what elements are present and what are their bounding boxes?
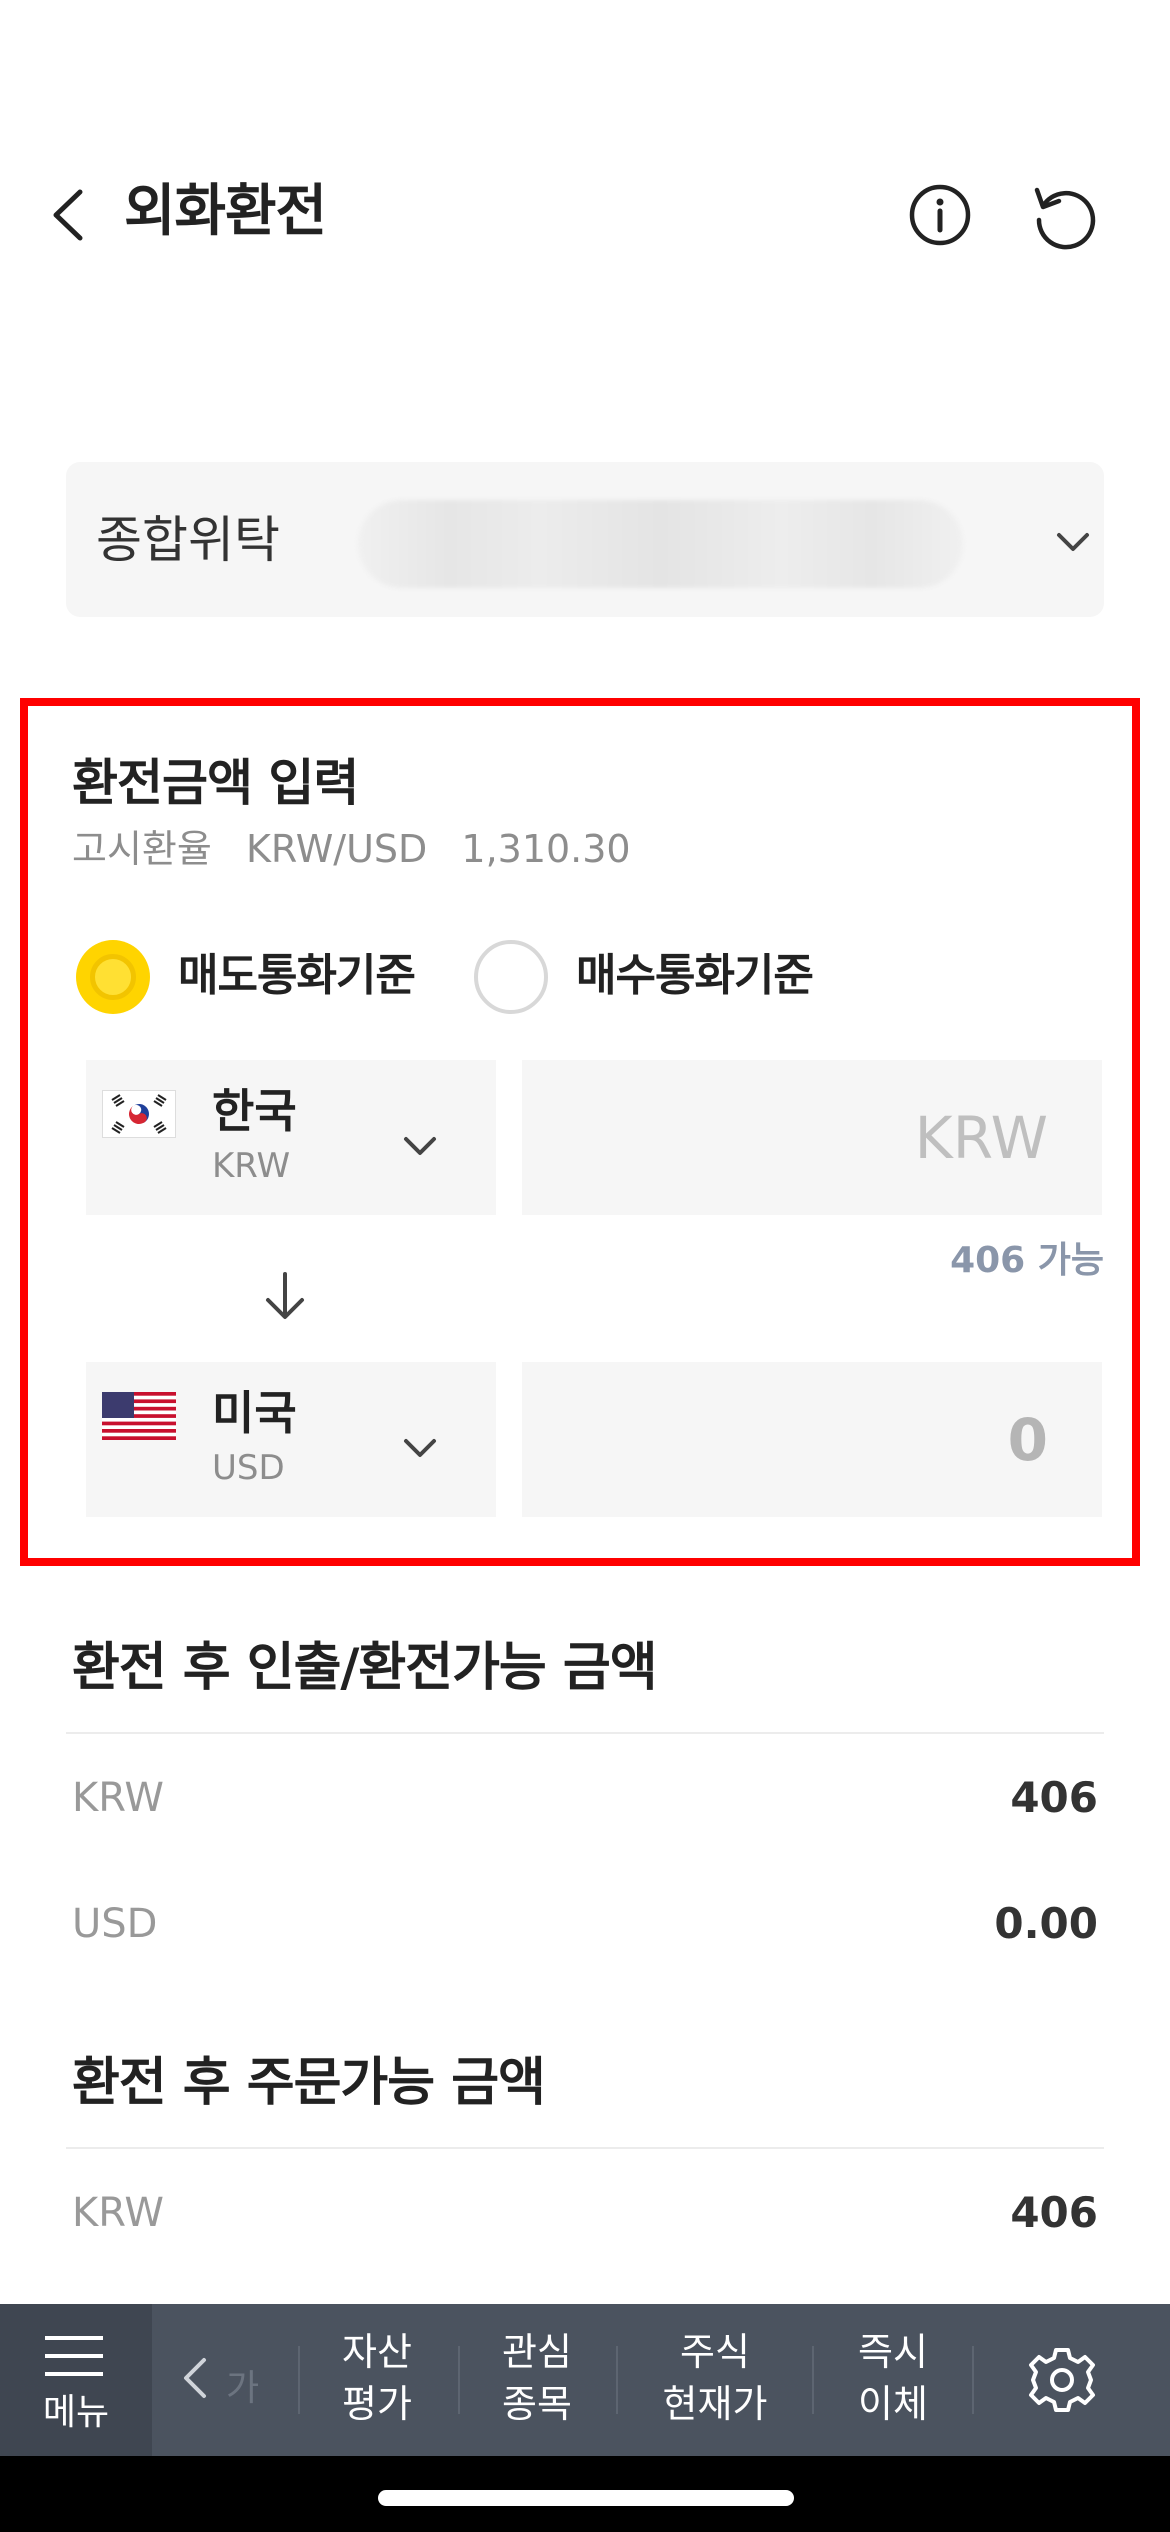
to-amount-value: 0 (1007, 1406, 1048, 1474)
tab-label: 자산 (342, 2330, 412, 2374)
from-currency-name: 한국 (212, 1084, 297, 1138)
masked-account-number (358, 500, 963, 588)
chevron-left-icon[interactable] (176, 2348, 216, 2408)
radio-sell-basis[interactable]: 매도통화기준 (76, 936, 436, 1016)
refresh-icon (1034, 187, 1096, 250)
radio-selected-indicator (76, 940, 150, 1014)
account-type-label: 종합위탁 (96, 511, 280, 569)
from-amount-placeholder: KRW (914, 1104, 1048, 1172)
chevron-down-icon (1057, 533, 1089, 551)
result-row: KRW 406 (66, 2149, 1104, 2275)
tab-label: 관심 (502, 2330, 572, 2374)
to-currency-code: USD (212, 1448, 285, 1488)
rate-pair: KRW/USD (245, 827, 428, 871)
withdrawable-title: 환전 후 인출/환전가능 금액 (72, 1638, 658, 1698)
tab-separator (616, 2346, 618, 2414)
hamburger-menu-icon (45, 2336, 103, 2376)
from-currency-code: KRW (212, 1146, 291, 1186)
chevron-down-icon (404, 1439, 436, 1457)
to-currency-name: 미국 (212, 1386, 297, 1440)
menu-label: 메뉴 (42, 2392, 110, 2433)
gear-icon (1029, 2348, 1095, 2412)
page-title: 외화환전 (124, 179, 327, 244)
to-currency-select[interactable]: 미국 USD (86, 1362, 496, 1517)
from-amount-input[interactable]: KRW (522, 1060, 1102, 1215)
result-row: USD 0.00 (66, 1860, 1104, 1986)
rate-value: 1,310.30 (461, 827, 631, 871)
radio-buy-label: 매수통화기준 (576, 950, 814, 1001)
info-button[interactable] (905, 180, 975, 250)
settings-button[interactable] (1024, 2340, 1100, 2420)
korea-flag-icon (102, 1090, 176, 1138)
available-amount: 406 가능 (950, 1240, 1104, 1281)
rate-label: 고시환율 (72, 827, 212, 871)
radio-unselected-indicator (474, 940, 548, 1014)
usa-flag-icon (102, 1392, 176, 1440)
menu-button[interactable]: 메뉴 (0, 2304, 152, 2456)
tab-label: 주식 (680, 2330, 750, 2374)
home-indicator[interactable] (378, 2490, 794, 2506)
result-row: KRW 406 (66, 1734, 1104, 1860)
result-label: KRW (72, 2190, 164, 2236)
result-label: KRW (72, 1775, 164, 1821)
tab-label: 이체 (858, 2382, 928, 2426)
header: 외화환전 (0, 150, 1170, 275)
result-label: USD (72, 1901, 158, 1947)
tab-separator (972, 2346, 974, 2414)
arrow-down-icon (266, 1272, 304, 1319)
tab-label: 평가 (342, 2382, 412, 2426)
orderable-title: 환전 후 주문가능 금액 (72, 2053, 546, 2113)
tab-label: 현재가 (662, 2382, 768, 2426)
exchange-input-section: 환전금액 입력 고시환율 KRW/USD 1,310.30 매도통화기준 매수통… (20, 698, 1140, 1566)
chevron-down-icon (404, 1137, 436, 1155)
tab-stock-price[interactable]: 주식 현재가 (640, 2326, 790, 2430)
tab-asset-evaluation[interactable]: 자산 평가 (322, 2326, 432, 2430)
tab-label: 즉시 (858, 2330, 928, 2374)
chevron-left-icon (53, 189, 83, 241)
tab-separator (458, 2346, 460, 2414)
tab-instant-transfer[interactable]: 즉시 이체 (838, 2326, 948, 2430)
result-value: 406 (1010, 1773, 1098, 1822)
result-value: 406 (1010, 2188, 1098, 2237)
info-icon (909, 184, 971, 246)
withdrawable-section: 환전 후 인출/환전가능 금액 KRW 406 USD 0.00 (66, 1632, 1104, 1986)
to-amount-field[interactable]: 0 (522, 1362, 1102, 1517)
radio-sell-label: 매도통화기준 (178, 950, 416, 1001)
refresh-button[interactable] (1025, 180, 1100, 250)
radio-buy-basis[interactable]: 매수통화기준 (474, 936, 834, 1016)
tab-partial: 가 (226, 2368, 260, 2409)
from-currency-select[interactable]: 한국 KRW (86, 1060, 496, 1215)
section-title: 환전금액 입력 (72, 754, 359, 812)
tab-separator (812, 2346, 814, 2414)
tab-label: 종목 (502, 2382, 572, 2426)
back-button[interactable] (40, 180, 100, 250)
account-selector[interactable]: 종합위탁 (66, 462, 1104, 617)
tab-separator (298, 2346, 300, 2414)
bottom-tab-bar: 메뉴 가 자산 평가 관심 종목 주식 현재가 즉시 이체 (0, 2304, 1170, 2456)
tab-watchlist[interactable]: 관심 종목 (482, 2326, 592, 2430)
orderable-section: 환전 후 주문가능 금액 KRW 406 (66, 2047, 1104, 2275)
exchange-rate-info: 고시환율 KRW/USD 1,310.30 (72, 824, 653, 874)
result-value: 0.00 (994, 1899, 1098, 1948)
